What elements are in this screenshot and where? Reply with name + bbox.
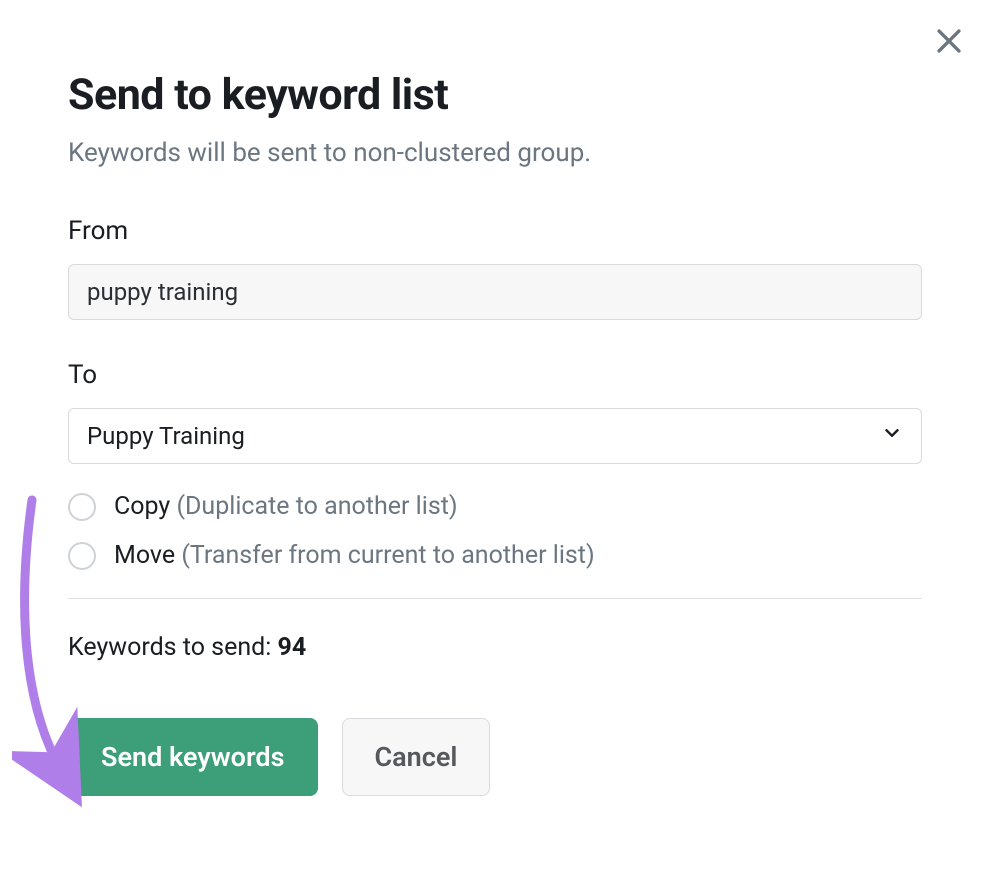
from-label: From bbox=[68, 216, 922, 246]
mode-options: Copy (Duplicate to another list) Move (T… bbox=[68, 492, 922, 570]
move-hint: (Transfer from current to another list) bbox=[181, 541, 594, 570]
radio-icon bbox=[68, 542, 96, 570]
radio-icon bbox=[68, 493, 96, 521]
move-label: Move bbox=[114, 541, 175, 570]
to-field-group: To Puppy Training bbox=[68, 360, 922, 464]
from-value: puppy training bbox=[87, 278, 238, 306]
radio-move[interactable]: Move (Transfer from current to another l… bbox=[68, 541, 922, 570]
count-value: 94 bbox=[278, 633, 307, 662]
send-keywords-label: Send keywords bbox=[101, 741, 285, 773]
send-keyword-modal: Send to keyword list Keywords will be se… bbox=[0, 0, 990, 836]
cancel-label: Cancel bbox=[375, 741, 458, 773]
to-select[interactable]: Puppy Training bbox=[68, 408, 922, 464]
radio-move-text: Move (Transfer from current to another l… bbox=[114, 541, 595, 570]
copy-label: Copy bbox=[114, 492, 170, 521]
modal-title: Send to keyword list bbox=[68, 70, 922, 120]
chevron-down-icon bbox=[881, 422, 903, 450]
cancel-button[interactable]: Cancel bbox=[342, 718, 491, 796]
to-label: To bbox=[68, 360, 922, 390]
radio-copy[interactable]: Copy (Duplicate to another list) bbox=[68, 492, 922, 521]
send-keywords-button[interactable]: Send keywords bbox=[68, 718, 318, 796]
modal-subtitle: Keywords will be sent to non-clustered g… bbox=[68, 138, 922, 168]
from-input[interactable]: puppy training bbox=[68, 264, 922, 320]
button-row: Send keywords Cancel bbox=[68, 718, 922, 796]
count-label: Keywords to send: bbox=[68, 633, 278, 662]
radio-copy-text: Copy (Duplicate to another list) bbox=[114, 492, 458, 521]
count-line: Keywords to send: 94 bbox=[68, 633, 922, 662]
close-icon[interactable] bbox=[932, 24, 966, 58]
copy-hint: (Duplicate to another list) bbox=[176, 492, 457, 521]
from-field-group: From puppy training bbox=[68, 216, 922, 320]
to-value: Puppy Training bbox=[87, 422, 245, 450]
divider bbox=[68, 598, 922, 599]
